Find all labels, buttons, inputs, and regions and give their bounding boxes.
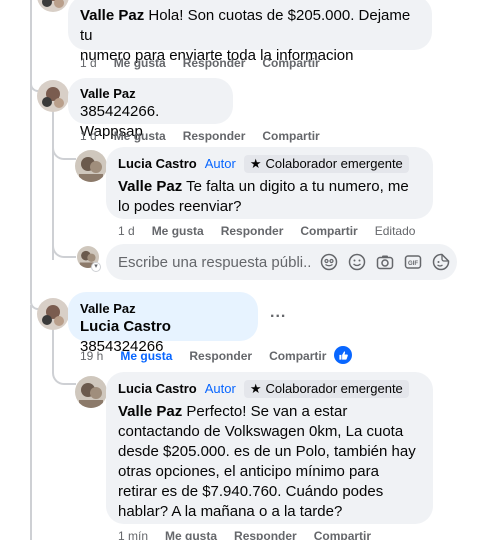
comment-bubble: Valle Paz Lucia Castro 3854324266 [68,292,258,355]
comment-text: Valle Paz Hola! Son cuotas de $205.000. … [80,6,420,46]
mention[interactable]: Lucia Castro [80,318,171,335]
timestamp[interactable]: 19 h [80,348,103,364]
thread-connector [52,140,76,160]
contributor-badge[interactable]: ★ Colaborador emergente [243,155,409,173]
reply-button[interactable]: Responder [221,223,284,239]
comment-actions: 1 mín Me gusta Responder Compartir [118,528,388,540]
avatar[interactable] [75,376,107,408]
avatar[interactable] [37,80,69,112]
like-button[interactable]: Me gusta [165,528,217,540]
sticker-icon[interactable] [432,253,450,271]
share-button[interactable]: Compartir [269,348,326,364]
like-button[interactable]: Me gusta [114,55,166,71]
avatar[interactable] [37,298,69,330]
thread-line [30,305,32,540]
star-icon: ★ [249,381,262,396]
author-label: Autor [204,156,236,171]
gif-icon[interactable]: GIF [404,253,422,271]
camera-icon[interactable] [376,253,394,271]
comment-author[interactable]: Valle Paz [80,7,144,24]
like-button[interactable]: Me gusta [120,348,172,364]
svg-text:GIF: GIF [408,261,418,267]
mention[interactable]: Valle Paz [118,178,182,195]
comment-text-line: otras opciones, el anticipo mínimo para [118,463,379,480]
comment-bubble: Lucia Castro Autor ★ Colaborador emergen… [106,147,433,219]
comment-bubble: Lucia Castro Autor ★ Colaborador emergen… [106,372,433,524]
chevron-down-icon[interactable]: ▾ [91,262,101,272]
comment-author[interactable]: Lucia Castro [118,156,197,172]
comment-header: Lucia Castro Autor ★ Colaborador emergen… [118,380,421,398]
badge-label: Colaborador emergente [265,156,403,171]
share-button[interactable]: Compartir [300,223,357,239]
comment-bubble: Valle Paz Hola! Son cuotas de $205.000. … [68,0,432,64]
thread-connector [30,70,38,92]
comment-author[interactable]: Valle Paz [80,86,221,102]
comment-text-line: Te falta un digito a tu numero, me [186,178,409,195]
like-reaction-icon[interactable] [334,346,352,364]
comment-text-line: hablar? A la mañana o a la tarde? [118,503,343,520]
badge-label: Colaborador emergente [265,381,403,396]
avatar[interactable] [75,150,107,182]
thread-connector [52,365,76,385]
more-options-icon[interactable]: ... [270,304,286,322]
author-label: Autor [204,381,236,396]
avatar-sticker-icon[interactable] [320,253,338,271]
comment-actions: 1 d Me gusta Responder Compartir [80,128,337,144]
contributor-badge[interactable]: ★ Colaborador emergente [243,380,409,398]
comment-actions: 19 h Me gusta Responder Compartir [80,348,343,364]
timestamp[interactable]: 1 d [118,223,135,239]
comment-author[interactable]: Valle Paz [80,301,246,317]
reply-input-container: GIF [106,244,457,280]
share-button[interactable]: Compartir [314,528,371,540]
thread-connector [30,288,38,310]
reply-input[interactable] [118,253,310,271]
mention[interactable]: Valle Paz [118,403,182,420]
share-button[interactable]: Compartir [262,128,319,144]
reply-button[interactable]: Responder [189,348,252,364]
share-button[interactable]: Compartir [262,55,319,71]
edited-label[interactable]: Editado [375,223,416,239]
comment-text: Valle Paz Te falta un digito a tu numero… [118,177,421,197]
comment-actions: 1 d Me gusta Responder Compartir Editado [118,223,432,239]
comment-actions: 1 d Me gusta Responder Compartir [80,55,337,71]
comment-text-line: lo podes reenviar? [118,198,242,215]
star-icon: ★ [249,156,262,171]
comment-text-line: contactando de Volkswagen 0km, La cuota [118,423,404,440]
thread-line [30,0,32,290]
timestamp[interactable]: 1 d [80,55,97,71]
like-button[interactable]: Me gusta [114,128,166,144]
comment-header: Lucia Castro Autor ★ Colaborador emergen… [118,155,421,173]
reply-button[interactable]: Responder [183,55,246,71]
comment-text-line: desde $205.000. es de un Polo, también h… [118,443,416,460]
comment-text-line: retirar es de $7.940.760. Cuándo podes [118,483,384,500]
emoji-icon[interactable] [348,253,366,271]
timestamp[interactable]: 1 mín [118,528,148,540]
avatar[interactable] [37,0,69,12]
like-button[interactable]: Me gusta [152,223,204,239]
composer-tools: GIF [320,253,460,271]
comment-text: Valle Paz Perfecto! Se van a estar [118,402,421,422]
comment-author[interactable]: Lucia Castro [118,381,197,397]
timestamp[interactable]: 1 d [80,128,97,144]
reply-button[interactable]: Responder [183,128,246,144]
comment-bubble: Valle Paz 385424266. Wappsap [68,78,233,140]
thread-connector [52,236,76,258]
reply-button[interactable]: Responder [234,528,297,540]
comment-text-line: Perfecto! Se van a estar [186,403,348,420]
